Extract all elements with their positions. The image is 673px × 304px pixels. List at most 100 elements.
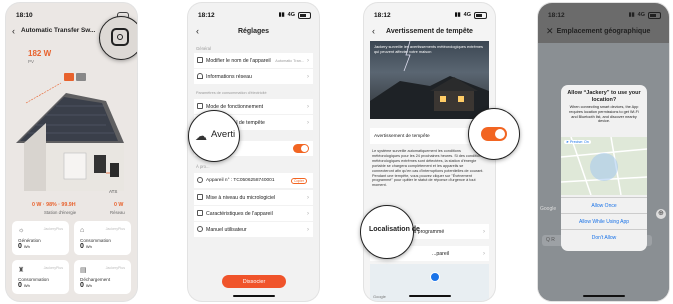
dont-allow-button[interactable]: Don't Allow xyxy=(561,229,647,246)
sun-icon: ☼ xyxy=(18,227,25,234)
location-arrow-icon: ➤ xyxy=(566,140,570,144)
device-number-row[interactable]: Appareil n° : TC0506258740001 Copier xyxy=(194,173,313,188)
card-value: 0 Wh xyxy=(80,243,92,250)
signal-icon: ▮▮ xyxy=(278,12,285,18)
copy-badge[interactable]: Copier xyxy=(291,177,307,184)
rename-value: Automatic Tran... xyxy=(275,58,304,63)
google-logo: Google xyxy=(540,206,557,212)
network-label: 4G xyxy=(463,12,471,18)
rename-row[interactable]: Modifier le nom de l'appareil Automatic … xyxy=(194,53,313,68)
network-info-row[interactable]: Informations réseau › xyxy=(194,69,313,84)
signal-icon: ▮▮ xyxy=(628,12,635,18)
card-value: 0 Wh xyxy=(18,282,30,289)
toggle-knob xyxy=(301,145,308,152)
dialog-body: When connecting smart devices, the App r… xyxy=(569,105,639,124)
close-icon[interactable]: ✕ xyxy=(546,24,554,38)
page-title: Avertissement de tempête xyxy=(386,27,473,35)
cloud-alert-icon: ☁ xyxy=(195,129,207,143)
status-time: 18:12 xyxy=(374,11,391,19)
appareil-partial: ...pareil xyxy=(432,250,450,257)
storm-toggle-switch[interactable] xyxy=(481,127,507,141)
wifi-icon xyxy=(197,73,203,79)
specs-label: Caractéristiques de l'appareil xyxy=(206,210,273,217)
card-brand: JackeryPlus xyxy=(105,266,125,270)
header: ‹ Réglages xyxy=(188,24,319,38)
magnifier-text: Averti xyxy=(211,129,236,140)
stat-card-discharge[interactable]: ▤ JackeryPlus Déchargement 0 Wh xyxy=(74,260,131,294)
mode-label: Mode de fonctionnement xyxy=(206,103,264,110)
chevron-right-icon: › xyxy=(307,119,309,126)
map-streets xyxy=(561,137,647,195)
back-button[interactable]: ‹ xyxy=(372,24,375,38)
crosshair-icon: ⊕ xyxy=(658,210,664,217)
locate-button[interactable]: ⊕ xyxy=(656,209,666,219)
back-button[interactable]: ‹ xyxy=(12,24,15,38)
phone-screen-ats-dashboard: 18:10 ‹ Automatic Transfer Sw... 182 W P… xyxy=(6,3,137,301)
allow-once-button[interactable]: Allow Once xyxy=(561,197,647,214)
storm-banner-image: Jackery surveille les avertissements mét… xyxy=(370,41,489,119)
device-icon xyxy=(197,177,203,183)
page-title: Automatic Transfer Sw... xyxy=(21,27,96,34)
specs-icon xyxy=(197,210,203,216)
settings-magnifier[interactable] xyxy=(99,16,137,60)
stat-card-grid-consumption[interactable]: ♜ JackeryPlus Consommation 0 Wh xyxy=(12,260,69,294)
storm-toggle-label: Avertissement de tempête xyxy=(374,133,430,139)
settings-gear-icon[interactable] xyxy=(111,28,129,46)
google-logo: Google xyxy=(373,294,386,299)
status-bar: 18:12 ▮▮ 4G xyxy=(198,10,311,20)
battery-icon xyxy=(648,11,661,19)
magnifier-text: Localisation de xyxy=(369,226,420,233)
pv-value: 182 W xyxy=(28,49,52,58)
battery-icon: ▤ xyxy=(80,267,87,274)
chevron-right-icon: › xyxy=(307,194,309,201)
network-label: 4G xyxy=(287,12,295,18)
toggle-knob xyxy=(495,129,505,139)
dialog-title: Allow “Jackery” to use your location? xyxy=(567,90,641,103)
mode-icon xyxy=(197,103,203,109)
storm-toggle-magnifier[interactable] xyxy=(468,108,520,160)
firmware-row[interactable]: Mise à niveau du micrologiciel › xyxy=(194,190,313,205)
chevron-right-icon: › xyxy=(483,228,485,235)
toggle-switch[interactable] xyxy=(293,144,309,153)
stat-card-generation[interactable]: ☼ JackeryPlus Génération 0 Wh xyxy=(12,221,69,255)
location-magnifier[interactable]: Localisation de xyxy=(360,205,420,259)
status-time: 18:12 xyxy=(198,11,215,19)
station-value: 0 W · 98% · 99.9H xyxy=(32,202,76,208)
dissociate-label: Dissocier xyxy=(242,278,266,285)
card-brand: JackeryPlus xyxy=(43,227,63,231)
tower-icon: ♜ xyxy=(18,267,25,274)
section-about: À pro... xyxy=(196,164,210,169)
phone-screen-location-permission: 18:12 ▮▮ 4G ✕ Emplacement géographique Go… xyxy=(538,3,669,301)
upload-icon xyxy=(197,194,203,200)
signal-icon: ▮▮ xyxy=(454,12,461,18)
rename-label: Modifier le nom de l'appareil xyxy=(206,57,271,64)
reseau-label: Réseau xyxy=(110,210,125,215)
specs-row[interactable]: Caractéristiques de l'appareil › xyxy=(194,206,313,221)
home-icon: ⌂ xyxy=(80,227,85,234)
firmware-label: Mise à niveau du micrologiciel xyxy=(206,194,276,201)
storm-alert-magnifier[interactable]: ☁ Averti xyxy=(188,110,240,162)
battery-icon xyxy=(298,11,311,19)
home-indicator xyxy=(583,295,625,297)
manual-row[interactable]: Manuel utilisateur › xyxy=(194,222,313,237)
stat-card-consumption[interactable]: ⌂ JackeryPlus Consommation 0 Wh xyxy=(74,221,131,255)
chevron-right-icon: › xyxy=(307,57,309,64)
edit-icon xyxy=(197,57,203,63)
manual-icon xyxy=(197,226,203,232)
map-pin-icon xyxy=(430,272,440,282)
section-general: Général xyxy=(196,46,211,51)
home-indicator xyxy=(233,295,275,297)
home-indicator xyxy=(409,295,451,297)
chevron-right-icon: › xyxy=(307,73,309,80)
header: ‹ Avertissement de tempête xyxy=(364,24,495,38)
dissociate-button[interactable]: Dissocier xyxy=(222,275,286,288)
device-number: Appareil n° : TC0506258740001 xyxy=(206,178,275,183)
back-button[interactable]: ‹ xyxy=(196,24,199,38)
page-title: Réglages xyxy=(237,27,270,35)
allow-while-using-button[interactable]: Allow While Using App xyxy=(561,213,647,230)
card-value: 0 Wh xyxy=(80,282,92,289)
station-label: Station d'énergie xyxy=(44,210,77,215)
status-bar: 18:12 ▮▮ 4G xyxy=(548,10,661,20)
precise-badge[interactable]: ➤ Precise: On xyxy=(564,140,591,144)
search-placeholder: Q R xyxy=(546,237,555,243)
